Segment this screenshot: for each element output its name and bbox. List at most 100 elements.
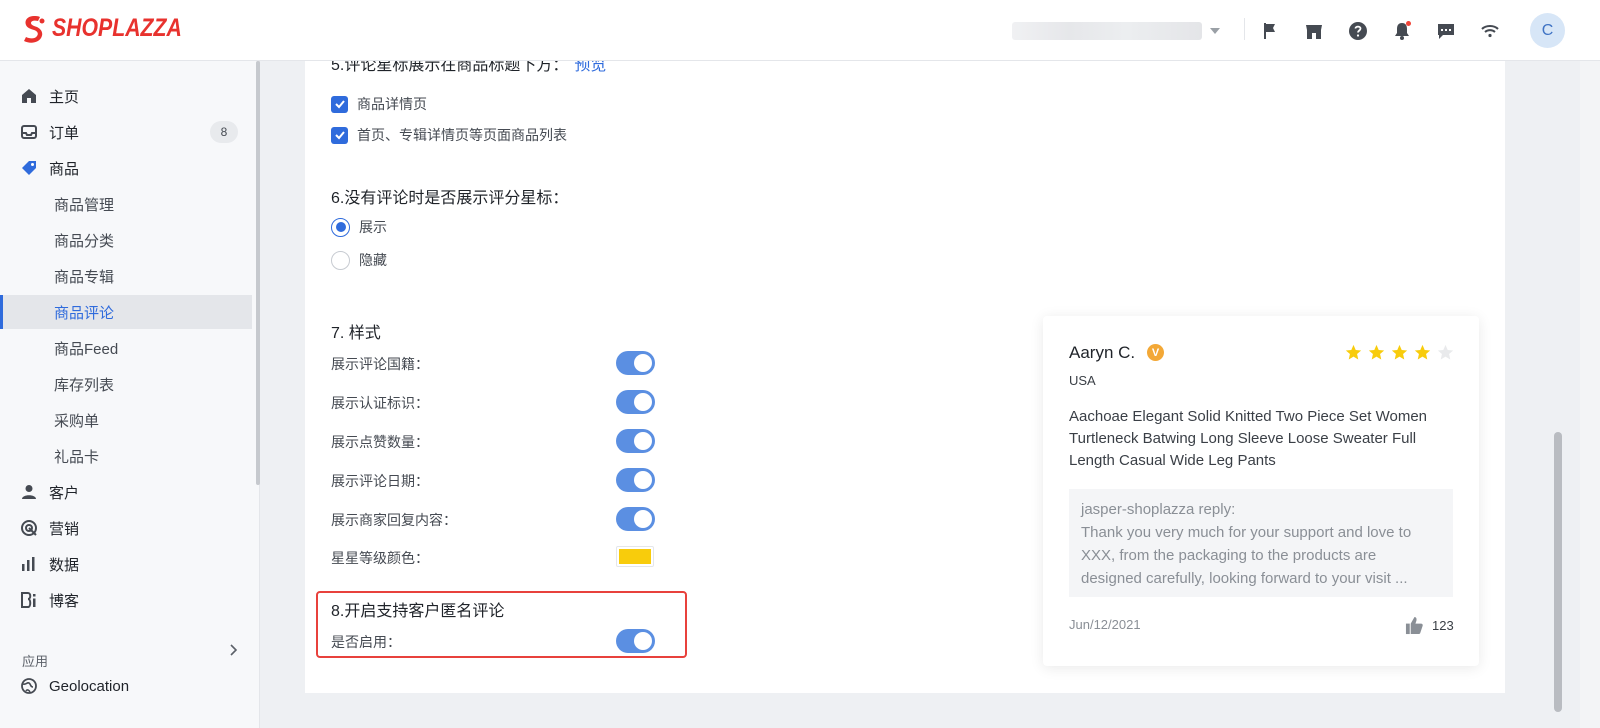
sidebar-item-label: 主页 (49, 88, 80, 106)
toggle-show-date[interactable] (616, 468, 655, 492)
sidebar-item-blog[interactable]: 博客 (0, 583, 252, 617)
sidebar-item-label: 商品专辑 (54, 268, 115, 286)
sidebar-item-label: 客户 (49, 484, 80, 502)
like-button: 123 (1405, 616, 1454, 635)
sidebar-item-label: 营销 (49, 520, 80, 538)
sidebar-item-label: 博客 (49, 592, 80, 610)
store-name-blurred (1012, 22, 1202, 40)
order-count-badge: 8 (210, 121, 238, 143)
style-label: 展示点赞数量： (331, 434, 429, 450)
toggle-show-country[interactable] (616, 351, 655, 375)
sidebar-item-label: 商品管理 (54, 196, 115, 214)
star-icon-filled (1345, 344, 1362, 360)
apps-section-header[interactable]: 应用 (22, 651, 244, 669)
toggle-anonymous-reviews[interactable] (616, 629, 655, 653)
radio-row-show[interactable]: 展示 (331, 217, 387, 237)
section7-title: 7. 样式 (331, 325, 381, 342)
sidebar-item-home[interactable]: 主页 (0, 79, 252, 113)
radio-label: 展示 (359, 219, 387, 235)
blog-icon (19, 590, 39, 610)
rating-stars (1345, 344, 1454, 361)
sidebar-item-label: 库存列表 (54, 376, 115, 394)
sidebar-item-gift-cards[interactable]: 礼品卡 (0, 439, 252, 473)
toggle-show-reply[interactable] (616, 507, 655, 531)
avatar[interactable]: C (1530, 13, 1565, 48)
sidebar: 主页 订单 8 商品 商品管理 商品分类 商品专辑 商品评论 商品Feed 库存… (0, 61, 260, 728)
checkbox-product-detail[interactable] (331, 95, 348, 113)
tag-icon (19, 158, 39, 178)
notification-dot (1406, 21, 1411, 26)
bar-chart-icon (19, 554, 39, 574)
star-icon-filled (1414, 344, 1431, 360)
style-row-reply: 展示商家回复内容： (331, 506, 661, 532)
radio-hide[interactable] (331, 250, 350, 270)
main-scrollbar-thumb[interactable] (1554, 432, 1562, 712)
sidebar-item-label: 商品Feed (54, 340, 119, 358)
merchant-reply: jasper-shoplazza reply: Thank you very m… (1069, 489, 1453, 597)
section8-title: 8.开启支持客户匿名评论 (331, 603, 505, 620)
toggle-show-likes[interactable] (616, 429, 655, 453)
sidebar-item-customers[interactable]: 客户 (0, 475, 252, 509)
sidebar-item-analytics[interactable]: 数据 (0, 547, 252, 581)
inbox-icon (19, 122, 39, 142)
main-scrollbar-track (1580, 61, 1600, 728)
checkbox-product-list[interactable] (331, 126, 348, 144)
radio-row-hide[interactable]: 隐藏 (331, 250, 387, 270)
toggle-show-verified[interactable] (616, 390, 655, 414)
sidebar-item-label: 数据 (49, 556, 80, 574)
checkbox-label: 首页、专辑详情页等页面商品列表 (357, 127, 567, 143)
star-icon-filled (1368, 344, 1385, 360)
sidebar-item-products[interactable]: 商品 (0, 151, 252, 185)
style-row-verified: 展示认证标识： (331, 389, 661, 415)
reviewer-country: USA (1069, 373, 1096, 388)
shoplazza-logo-icon (24, 15, 45, 43)
sidebar-item-inventory[interactable]: 库存列表 (0, 367, 252, 401)
sidebar-item-label: Geolocation (49, 677, 130, 695)
like-count: 123 (1432, 618, 1454, 633)
review-preview-card: Aaryn C. V USA Aachoae Elegant Solid Kni… (1043, 316, 1479, 666)
sidebar-item-geolocation[interactable]: Geolocation (0, 669, 252, 703)
section6-title: 6.没有评论时是否展示评分星标： (331, 190, 569, 207)
reply-text: Thank you very much for your support and… (1081, 524, 1412, 587)
sidebar-item-marketing[interactable]: 营销 (0, 511, 252, 545)
sidebar-item-label: 商品 (49, 160, 80, 178)
sidebar-item-orders[interactable]: 订单 8 (0, 115, 252, 149)
sidebar-item-purchase-orders[interactable]: 采购单 (0, 403, 252, 437)
style-row-date: 展示评论日期： (331, 467, 661, 493)
review-date: Jun/12/2021 (1069, 617, 1141, 632)
style-row-anonymous: 是否启用： (331, 628, 661, 654)
reviewer-name: Aaryn C. (1069, 343, 1136, 362)
scroll-mask (305, 40, 1505, 61)
chevron-right-icon[interactable] (226, 643, 240, 657)
checkbox-label: 商品详情页 (357, 96, 427, 112)
radio-label: 隐藏 (359, 252, 387, 268)
home-icon (19, 86, 39, 106)
style-label: 星星等级颜色： (331, 550, 429, 566)
star-color-picker[interactable] (616, 546, 654, 567)
user-icon (19, 482, 39, 502)
reply-author: jasper-shoplazza reply: (1081, 501, 1236, 518)
globe-icon (19, 676, 39, 696)
checkbox-row-product-detail[interactable]: 商品详情页 (331, 94, 427, 114)
sidebar-scrollbar[interactable] (256, 61, 260, 485)
sidebar-item-product-reviews[interactable]: 商品评论 (0, 295, 252, 329)
verified-badge-icon: V (1147, 344, 1164, 361)
store-selector[interactable] (1012, 20, 1226, 42)
target-icon (19, 518, 39, 538)
sidebar-item-product-management[interactable]: 商品管理 (0, 187, 252, 221)
sidebar-item-product-collections[interactable]: 商品专辑 (0, 259, 252, 293)
review-body: Aachoae Elegant Solid Knitted Two Piece … (1069, 408, 1428, 469)
sidebar-item-product-categories[interactable]: 商品分类 (0, 223, 252, 257)
radio-show[interactable] (331, 217, 350, 237)
checkbox-row-product-list[interactable]: 首页、专辑详情页等页面商品列表 (331, 125, 567, 145)
star-icon-empty (1437, 344, 1454, 360)
sidebar-item-label: 商品评论 (54, 304, 115, 322)
style-row-country: 展示评论国籍： (331, 350, 661, 376)
sidebar-item-label: 订单 (49, 124, 80, 142)
chevron-down-icon (1210, 28, 1220, 34)
sidebar-item-label: 采购单 (54, 412, 100, 430)
thumbs-up-icon (1405, 616, 1423, 635)
shoplazza-logo[interactable]: SHOPLAZZA (22, 14, 205, 43)
star-icon-filled (1391, 344, 1408, 360)
sidebar-item-product-feed[interactable]: 商品Feed (0, 331, 252, 365)
